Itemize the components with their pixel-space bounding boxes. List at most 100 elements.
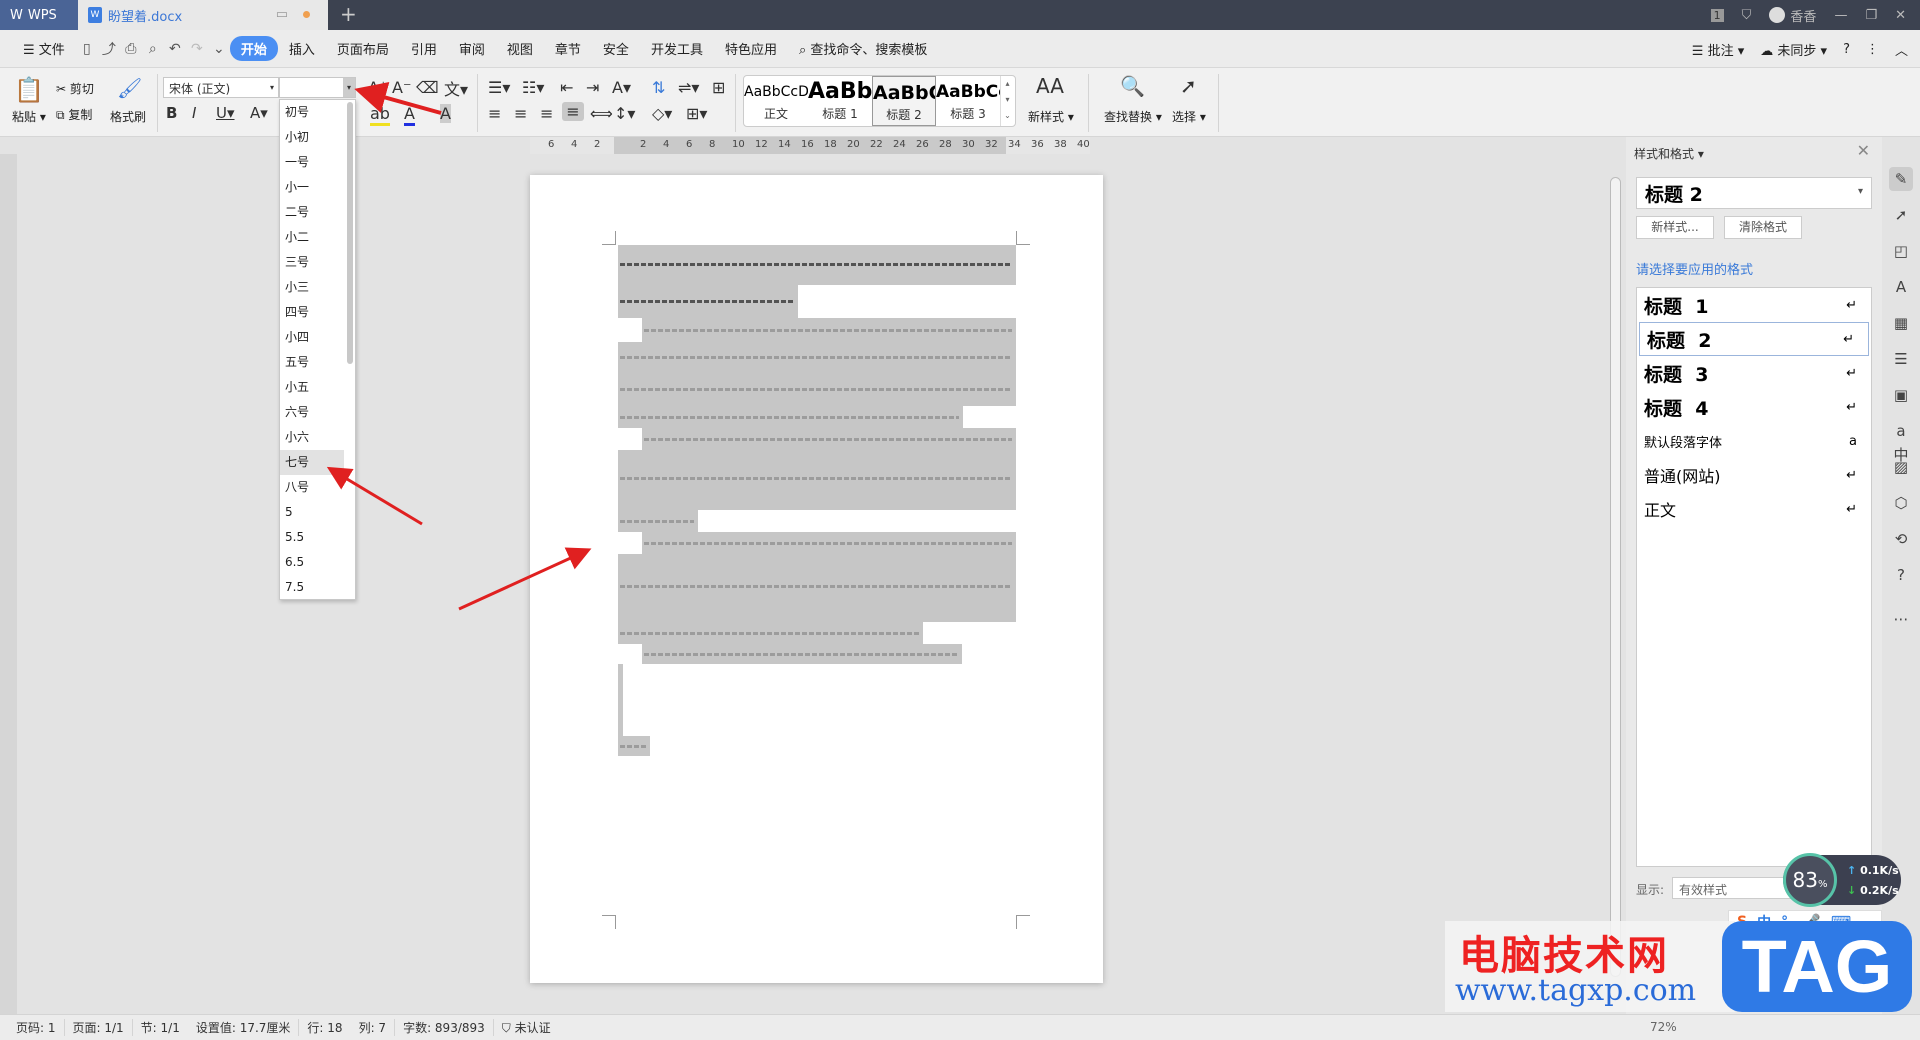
status-word-count[interactable]: 字数: 893/893: [395, 1019, 494, 1036]
undo-icon[interactable]: ↶: [164, 41, 186, 57]
bullets-icon[interactable]: ☰▾: [488, 78, 510, 97]
picture-frame-icon[interactable]: ▣: [1889, 383, 1913, 407]
paste-icon[interactable]: 📋: [14, 76, 44, 104]
image-icon[interactable]: ▨: [1889, 455, 1913, 479]
style-normal[interactable]: AaBbCcD 正文: [744, 76, 808, 126]
font-color-icon[interactable]: A: [404, 104, 415, 126]
style-list-item[interactable]: 标题 4 ↵: [1637, 390, 1871, 424]
char-shading-icon[interactable]: A: [440, 104, 451, 123]
underline-icon[interactable]: U▾: [216, 104, 235, 122]
tab-chapter[interactable]: 章节: [544, 39, 592, 58]
collapse-ribbon-icon[interactable]: ︿: [1895, 40, 1908, 59]
new-tab-button[interactable]: +: [340, 2, 357, 26]
style-pen-icon[interactable]: ✎: [1889, 167, 1913, 191]
align-left-icon[interactable]: ≡: [488, 104, 501, 123]
increase-indent-icon[interactable]: ⇥: [586, 78, 599, 97]
select-cursor-icon[interactable]: ➚: [1180, 74, 1197, 98]
font-size-option[interactable]: 7.5: [280, 575, 344, 600]
shapes-icon[interactable]: ◰: [1889, 239, 1913, 263]
font-size-option[interactable]: 八号: [280, 475, 344, 500]
print-preview-icon[interactable]: ⌕: [142, 41, 164, 57]
command-search[interactable]: ⌕ 查找命令、搜索模板: [788, 39, 938, 58]
italic-icon[interactable]: I: [192, 104, 196, 122]
font-size-option[interactable]: 小三: [280, 275, 344, 300]
borders-icon[interactable]: ⊞▾: [686, 104, 707, 123]
font-size-option[interactable]: 小二: [280, 225, 344, 250]
highlight-icon[interactable]: ab: [370, 104, 390, 126]
font-size-option[interactable]: 三号: [280, 250, 344, 275]
distribute-icon[interactable]: ⟺: [590, 104, 613, 123]
line-spacing-icon[interactable]: ↕▾: [614, 104, 635, 123]
style-list-item[interactable]: 标题 3 ↵: [1637, 356, 1871, 390]
tab-developer[interactable]: 开发工具: [640, 39, 714, 58]
new-style-button[interactable]: 新样式 ▾: [1028, 108, 1074, 125]
vertical-ruler[interactable]: [0, 154, 17, 1014]
tab-security[interactable]: 安全: [592, 39, 640, 58]
print-icon[interactable]: ⎙: [120, 41, 142, 57]
export-icon[interactable]: ⤴: [98, 39, 120, 59]
style-heading-1[interactable]: AaBb 标题 1: [808, 76, 872, 126]
bold-icon[interactable]: B: [166, 104, 177, 122]
document-page[interactable]: [530, 175, 1103, 983]
font-size-option[interactable]: 五号: [280, 350, 344, 375]
style-heading-2[interactable]: AaBbC 标题 2: [872, 76, 936, 126]
tab-home[interactable]: 开始: [229, 36, 278, 61]
tab-insert[interactable]: 插入: [278, 39, 326, 58]
font-size-option[interactable]: 初号: [280, 100, 344, 125]
font-size-option[interactable]: 七号: [280, 450, 344, 475]
status-row[interactable]: 行: 18: [299, 1019, 350, 1036]
grow-font-icon[interactable]: A⁺: [368, 78, 387, 97]
close-window-button[interactable]: ✕: [1895, 8, 1906, 23]
status-setting[interactable]: 设置值: 17.7厘米: [188, 1019, 300, 1036]
style-list-item[interactable]: 默认段落字体 a: [1637, 424, 1871, 458]
style-list-item[interactable]: 标题 2 ↵: [1639, 322, 1869, 356]
zoom-level[interactable]: 72%: [1650, 1020, 1677, 1034]
show-marks-icon[interactable]: ⇌▾: [678, 78, 699, 97]
find-replace-button[interactable]: 查找替换 ▾: [1104, 108, 1162, 125]
font-size-option[interactable]: 小一: [280, 175, 344, 200]
clear-format-icon[interactable]: ⌫: [416, 78, 439, 97]
format-painter-button[interactable]: 格式刷: [110, 108, 146, 125]
text-effect-icon[interactable]: A: [1889, 275, 1913, 299]
new-style-panel-button[interactable]: 新样式...: [1636, 216, 1714, 239]
monitor-icon[interactable]: ▭: [276, 7, 288, 22]
tab-view[interactable]: 视图: [496, 39, 544, 58]
new-style-icon[interactable]: AA: [1036, 74, 1064, 98]
more-dots-icon[interactable]: ⋯: [1889, 607, 1913, 631]
skin-shirt-icon[interactable]: ⛉: [1742, 8, 1752, 23]
status-page-number[interactable]: 页码: 1: [8, 1019, 65, 1036]
comment-button[interactable]: ☰ 批注 ▾: [1692, 40, 1744, 59]
copy-button[interactable]: ⧉ 复制: [56, 106, 92, 123]
font-size-option[interactable]: 小初: [280, 125, 344, 150]
user-avatar[interactable]: 香香: [1769, 6, 1816, 25]
font-size-select[interactable]: ▾: [279, 77, 356, 98]
table-tools-icon[interactable]: ⊞: [712, 78, 725, 97]
horizontal-ruler[interactable]: 6 4 2 2 4 6 8 10 12 14 16 18 20 22 24 26 28 30 32 34 36 38 40: [530, 137, 1090, 154]
badge-icon[interactable]: ⬡: [1889, 491, 1913, 515]
scrollbar-thumb[interactable]: [1610, 177, 1621, 977]
panel-title[interactable]: 样式和格式 ▾: [1634, 145, 1704, 162]
help-icon[interactable]: ?: [1843, 42, 1850, 57]
font-size-option[interactable]: 6.5: [280, 550, 344, 575]
decrease-indent-icon[interactable]: ⇤: [560, 78, 573, 97]
current-style-select[interactable]: 标题 2 ▾: [1636, 177, 1872, 209]
vertical-scrollbar[interactable]: [1607, 137, 1624, 1014]
network-monitor-widget[interactable]: 83% ↑ 0.1K/s ↓ 0.2K/s: [1783, 853, 1901, 907]
help-circle-icon[interactable]: ?: [1889, 563, 1913, 587]
numbering-icon[interactable]: ☷▾: [522, 78, 544, 97]
font-name-select[interactable]: 宋体 (正文) ▾: [163, 77, 279, 98]
font-size-option[interactable]: 小五: [280, 375, 344, 400]
font-size-option[interactable]: 四号: [280, 300, 344, 325]
text-direction-icon[interactable]: A▾: [612, 78, 631, 97]
font-size-option[interactable]: 二号: [280, 200, 344, 225]
style-heading-3[interactable]: AaBbCc 标题 3: [936, 76, 1000, 126]
window-count-badge[interactable]: 1: [1710, 8, 1724, 22]
translate-icon[interactable]: a中: [1889, 419, 1913, 464]
clear-format-button[interactable]: 清除格式: [1724, 216, 1802, 239]
font-size-option[interactable]: 一号: [280, 150, 344, 175]
file-menu[interactable]: ☰ 文件: [12, 39, 76, 58]
history-icon[interactable]: ⟲: [1889, 527, 1913, 551]
font-size-option[interactable]: 小四: [280, 325, 344, 350]
gallery-scroll[interactable]: ▴ ▾ ⌄: [1000, 76, 1014, 126]
shading-icon[interactable]: ◇▾: [652, 104, 672, 123]
